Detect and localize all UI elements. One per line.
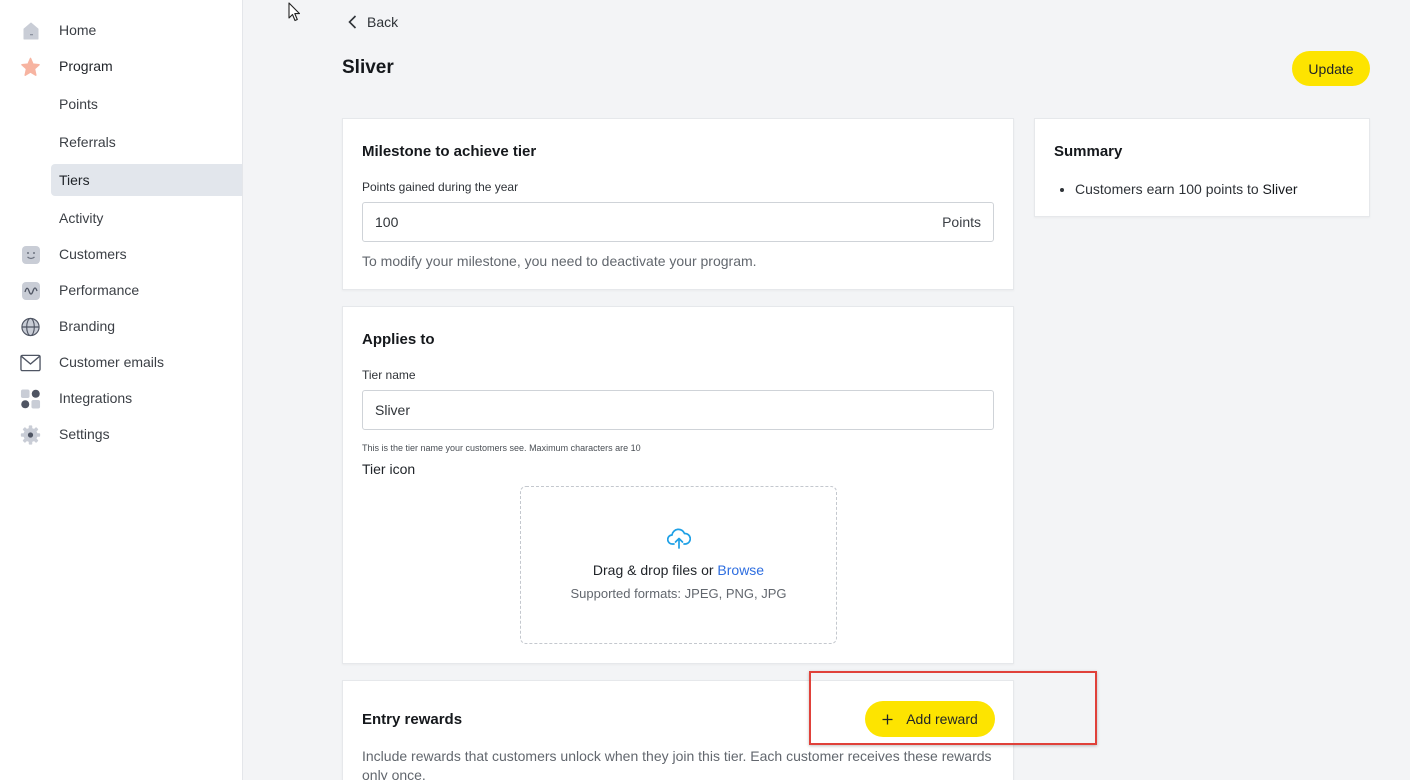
drop-instructions: Drag & drop files or Browse — [521, 562, 836, 578]
milestone-title: Milestone to achieve tier — [362, 143, 537, 160]
plus-icon — [882, 714, 893, 724]
envelope-icon — [20, 352, 41, 373]
summary-item-text: Customers earn 100 points to — [1075, 181, 1259, 197]
summary-title: Summary — [1054, 143, 1123, 160]
nav-label: Program — [59, 58, 113, 74]
nav-item-performance[interactable]: Performance — [0, 274, 243, 306]
home-icon — [20, 20, 41, 41]
wave-chart-icon — [20, 280, 41, 301]
nav-label: Customer emails — [59, 354, 165, 370]
smiley-icon — [20, 244, 41, 265]
sub-item-label: Activity — [59, 210, 104, 226]
star-icon — [20, 56, 41, 77]
milestone-help-text: To modify your milestone, you need to de… — [362, 253, 757, 269]
points-input[interactable]: 100 Points — [362, 202, 994, 242]
sub-item-label: Points — [59, 96, 98, 112]
cloud-upload-icon — [667, 528, 691, 549]
applies-title: Applies to — [362, 331, 435, 348]
nav-label: Performance — [59, 282, 140, 298]
page-title: Sliver — [342, 57, 394, 78]
summary-list: Customers earn 100 points to Sliver — [1075, 181, 1298, 197]
tier-name-help: This is the tier name your customers see… — [362, 443, 641, 453]
nav-item-customer-emails[interactable]: Customer emails — [0, 346, 243, 378]
chevron-left-icon — [348, 15, 357, 29]
file-dropzone[interactable]: Drag & drop files or Browse Supported fo… — [520, 486, 837, 644]
drop-text: Drag & drop files or — [592, 562, 714, 578]
add-reward-button[interactable]: Add reward — [865, 701, 995, 737]
points-field-label: Points gained during the year — [362, 180, 519, 194]
sub-item-referrals[interactable]: Referrals — [51, 126, 242, 158]
nav-item-branding[interactable]: Branding — [0, 310, 243, 342]
entry-rewards-description: Include rewards that customers unlock wh… — [362, 748, 992, 780]
back-label: Back — [367, 14, 399, 30]
nav-label: Settings — [59, 426, 110, 442]
add-reward-label: Add reward — [906, 711, 978, 727]
sub-item-tiers[interactable]: Tiers — [51, 164, 242, 196]
points-input-value: 100 — [375, 214, 399, 230]
update-button[interactable]: Update — [1292, 51, 1370, 86]
summary-card: Summary Customers earn 100 points to Sli… — [1034, 118, 1370, 217]
nav-item-settings[interactable]: Settings — [0, 418, 243, 450]
nav-item-program[interactable]: Program — [0, 50, 243, 82]
nav-label: Customers — [59, 246, 127, 262]
nav-label: Integrations — [59, 390, 133, 406]
nav-item-customers[interactable]: Customers — [0, 238, 243, 270]
gear-icon — [20, 424, 41, 445]
tier-name-input[interactable]: Sliver — [362, 390, 994, 430]
entry-rewards-card: Entry rewards Add reward Include rewards… — [342, 680, 1014, 780]
nav-label: Home — [59, 22, 97, 38]
sidebar: Home Program Points Referrals Tiers Acti… — [0, 0, 243, 780]
summary-item-tier: Sliver — [1262, 181, 1298, 197]
nav-label: Branding — [59, 318, 116, 334]
tier-icon-label: Tier icon — [362, 461, 416, 477]
supported-formats: Supported formats: JPEG, PNG, JPG — [570, 586, 787, 601]
tier-name-label: Tier name — [362, 368, 416, 382]
applies-card: Applies to Tier name Sliver This is the … — [342, 306, 1014, 664]
tier-name-value: Sliver — [375, 402, 411, 418]
sub-item-activity[interactable]: Activity — [51, 202, 242, 234]
mouse-cursor-icon — [288, 2, 302, 27]
summary-item: Customers earn 100 points to Sliver — [1075, 181, 1298, 197]
globe-icon — [20, 316, 41, 337]
sub-item-label: Tiers — [59, 172, 90, 188]
sub-item-label: Referrals — [59, 134, 116, 150]
browse-link[interactable]: Browse — [717, 562, 764, 578]
entry-rewards-title: Entry rewards — [362, 711, 463, 728]
points-suffix: Points — [942, 214, 981, 230]
milestone-card: Milestone to achieve tier Points gained … — [342, 118, 1014, 290]
back-link[interactable]: Back — [348, 13, 398, 31]
nav-item-integrations[interactable]: Integrations — [0, 382, 243, 414]
grid-dots-icon — [20, 388, 41, 409]
sub-item-points[interactable]: Points — [51, 88, 242, 120]
nav-item-home[interactable]: Home — [0, 14, 243, 46]
